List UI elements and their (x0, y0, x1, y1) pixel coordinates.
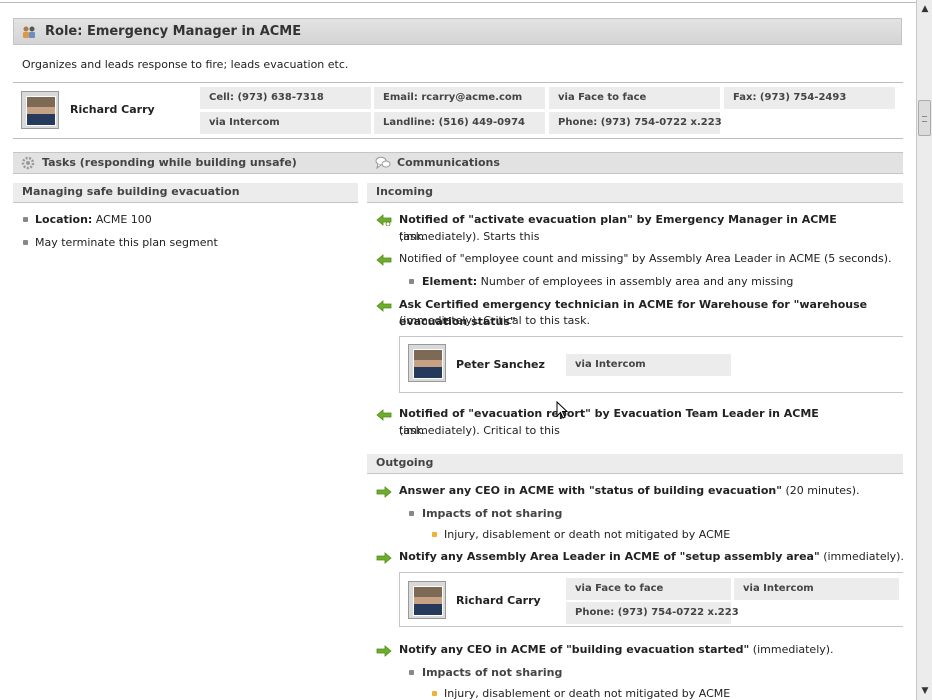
gear-icon (21, 156, 35, 170)
outgoing-arrow-icon (376, 645, 392, 657)
top-border (0, 0, 916, 3)
bullet (432, 691, 437, 696)
avatar[interactable] (408, 344, 446, 382)
mouse-cursor-icon (556, 401, 568, 419)
via-intercom: via Intercom (734, 578, 899, 600)
work-phone: Phone: (973) 754-0722 x.223 (549, 112, 722, 134)
incoming-arrow-icon (376, 214, 392, 226)
contact-name[interactable]: Richard Carry (70, 103, 155, 116)
via-face-to-face: via Face to face (549, 87, 720, 109)
outgoing-header: Outgoing (367, 454, 903, 474)
incoming-employee-count[interactable]: Notified of "employee count and missing"… (399, 250, 892, 267)
tasks-header: Tasks (responding while building unsafe) (13, 152, 367, 174)
role-header: Role: Emergency Manager in ACME (13, 18, 902, 45)
contact-panel: Richard Carry via Face to face via Inter… (399, 572, 903, 627)
fax: Fax: (973) 754-2493 (724, 87, 895, 109)
bullet (432, 532, 437, 537)
incoming-activate-evacuation[interactable]: Notified of "activate evacuation plan" b… (399, 211, 899, 245)
bullet (409, 670, 414, 675)
avatar[interactable] (408, 581, 446, 619)
impacts-label: Impacts of not sharing (422, 666, 563, 679)
bullet (409, 279, 414, 284)
element-item: Element: Number of employees in assembly… (422, 275, 794, 288)
outgoing-arrow-icon (376, 486, 392, 498)
incoming-arrow-icon (376, 300, 392, 312)
contact-name[interactable]: Richard Carry (456, 594, 541, 607)
plan-view: Role: Emergency Manager in ACME Organize… (0, 0, 916, 700)
impact-item: Injury, disablement or death not mitigat… (444, 687, 731, 700)
outgoing-evacuation-started[interactable]: Notify any CEO in ACME of "building evac… (399, 641, 834, 658)
bullet (23, 217, 28, 222)
role-people-icon (23, 26, 35, 38)
incoming-header: Incoming (367, 183, 903, 203)
scrollbar-thumb[interactable] (918, 100, 931, 136)
via-face-to-face: via Face to face (566, 578, 731, 600)
role-description: Organizes and leads response to fire; le… (22, 58, 349, 71)
divider (13, 138, 903, 139)
incoming-arrow-icon (376, 254, 392, 266)
avatar[interactable] (21, 91, 59, 129)
task-terminate: May terminate this plan segment (35, 236, 218, 249)
communications-header-label: Communications (397, 156, 500, 169)
work-phone: Phone: (973) 754-0722 x.223 (566, 602, 739, 624)
outgoing-building-status[interactable]: Answer any CEO in ACME with "status of b… (399, 482, 860, 499)
communications-header: Communications (367, 152, 903, 174)
via-intercom: via Intercom (200, 112, 371, 134)
vertical-scrollbar[interactable]: ▲ ▼ (916, 0, 932, 700)
incoming-warehouse-status-cont: (immediately). Critical to this task. (399, 314, 590, 327)
speech-bubbles-icon (375, 156, 391, 170)
incoming-activate-evacuation-cont: task. (399, 230, 426, 243)
bullet (23, 240, 28, 245)
scroll-down-icon[interactable]: ▼ (918, 684, 932, 698)
incoming-arrow-icon (376, 409, 392, 421)
task-title: Managing safe building evacuation (13, 183, 358, 203)
tasks-header-label: Tasks (responding while building unsafe) (42, 156, 297, 169)
outgoing-setup-assembly[interactable]: Notify any Assembly Area Leader in ACME … (399, 548, 904, 565)
scroll-up-icon[interactable]: ▲ (918, 2, 932, 16)
impacts-label: Impacts of not sharing (422, 507, 563, 520)
email[interactable]: Email: rcarry@acme.com (374, 87, 545, 109)
via-intercom: via Intercom (566, 354, 731, 376)
incoming-evacuation-report[interactable]: Notified of "evacuation report" by Evacu… (399, 405, 899, 439)
incoming-evacuation-report-cont: task. (399, 424, 426, 437)
outgoing-arrow-icon (376, 552, 392, 564)
contact-name[interactable]: Peter Sanchez (456, 358, 545, 371)
impact-item: Injury, disablement or death not mitigat… (444, 528, 731, 541)
bullet (409, 511, 414, 516)
landline: Landline: (516) 449-0974 (374, 112, 545, 134)
cell-phone: Cell: (973) 638-7318 (200, 87, 371, 109)
contact-panel: Peter Sanchez via Intercom (399, 336, 903, 393)
role-title: Role: Emergency Manager in ACME (45, 24, 302, 39)
divider (13, 82, 903, 83)
task-location: Location: ACME 100 (35, 213, 152, 226)
